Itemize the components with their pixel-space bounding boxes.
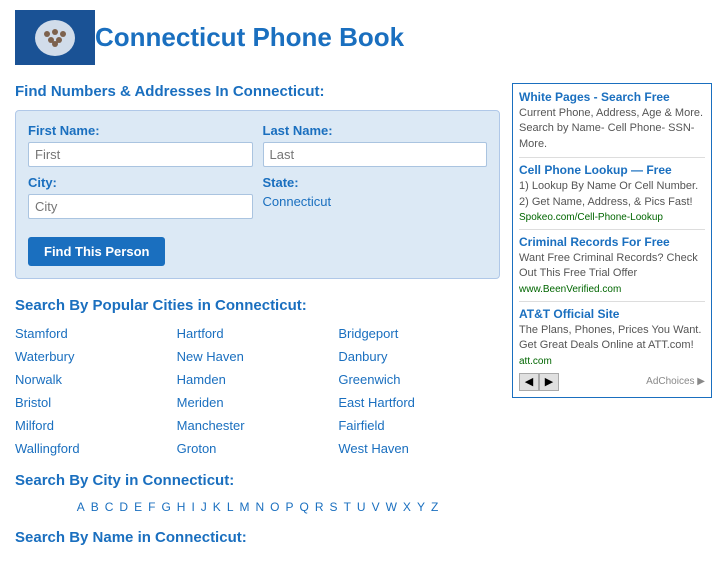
city-input[interactable] xyxy=(28,194,253,219)
city-link[interactable]: Fairfield xyxy=(338,416,500,435)
city-link[interactable]: Greenwich xyxy=(338,370,500,389)
cities-grid: StamfordHartfordBridgeport WaterburyNew H… xyxy=(15,324,500,458)
city-link[interactable]: West Haven xyxy=(338,439,500,458)
alpha-link-k[interactable]: K xyxy=(211,499,223,515)
city-link[interactable]: Milford xyxy=(15,416,177,435)
city-link[interactable]: Norwalk xyxy=(15,370,177,389)
ad-url-1: Spokeo.com/Cell-Phone-Lookup xyxy=(519,212,705,223)
city-link[interactable]: Bridgeport xyxy=(338,324,500,343)
ad-title-3[interactable]: AT&T Official Site xyxy=(519,307,705,321)
ad-panel: White Pages - Search Free Current Phone, … xyxy=(512,83,712,556)
city-link[interactable]: Stamford xyxy=(15,324,177,343)
alpha-link-w[interactable]: W xyxy=(384,499,399,515)
ad-choices-label: AdChoices ▶ xyxy=(646,376,705,387)
city-link[interactable]: New Haven xyxy=(177,347,339,366)
alpha-link-v[interactable]: V xyxy=(370,499,382,515)
alpha-link-b[interactable]: B xyxy=(89,499,101,515)
city-link[interactable]: Hamden xyxy=(177,370,339,389)
alpha-link-f[interactable]: F xyxy=(146,499,157,515)
city-alpha-section: Search By City in Connecticut: A B C D E… xyxy=(15,472,500,515)
ad-text-1: 1) Lookup By Name Or Cell Number. 2) Get… xyxy=(519,179,705,210)
page-title: Connecticut Phone Book xyxy=(95,22,404,53)
city-link[interactable]: Meriden xyxy=(177,393,339,412)
ad-prev-button[interactable]: ◀ xyxy=(519,373,539,391)
city-link[interactable]: Danbury xyxy=(338,347,500,366)
first-name-label: First Name: xyxy=(28,123,253,138)
ad-text-3: The Plans, Phones, Prices You Want. Get … xyxy=(519,323,705,354)
alpha-link-g[interactable]: G xyxy=(159,499,172,515)
alphabet-row: A B C D E F G H I J K L M N O P Q R S T … xyxy=(15,499,500,515)
ad-title-0[interactable]: White Pages - Search Free xyxy=(519,90,705,104)
ad-url-3: att.com xyxy=(519,356,705,367)
search-section-title: Find Numbers & Addresses In Connecticut: xyxy=(15,83,500,100)
alpha-link-r[interactable]: R xyxy=(313,499,326,515)
city-link[interactable]: Waterbury xyxy=(15,347,177,366)
alpha-link-o[interactable]: O xyxy=(268,499,281,515)
city-label: City: xyxy=(28,175,253,190)
alpha-link-a[interactable]: A xyxy=(75,499,87,515)
alpha-link-y[interactable]: Y xyxy=(415,499,427,515)
ad-next-button[interactable]: ▶ xyxy=(539,373,559,391)
name-search-title: Search By Name in Connecticut: xyxy=(15,529,500,546)
alpha-link-z[interactable]: Z xyxy=(429,499,440,515)
alpha-link-h[interactable]: H xyxy=(175,499,188,515)
alpha-link-j[interactable]: J xyxy=(199,499,209,515)
alpha-link-u[interactable]: U xyxy=(355,499,368,515)
alpha-link-m[interactable]: M xyxy=(238,499,252,515)
popular-cities-title: Search By Popular Cities in Connecticut: xyxy=(15,297,500,314)
ad-url-2: www.BeenVerified.com xyxy=(519,284,705,295)
state-link[interactable]: Connecticut xyxy=(263,194,332,209)
city-link[interactable]: Hartford xyxy=(177,324,339,343)
city-link[interactable]: Manchester xyxy=(177,416,339,435)
city-link[interactable]: Wallingford xyxy=(15,439,177,458)
alpha-link-l[interactable]: L xyxy=(225,499,236,515)
connecticut-flag-icon xyxy=(15,10,95,65)
alpha-link-d[interactable]: D xyxy=(117,499,130,515)
page-header: Connecticut Phone Book xyxy=(15,10,712,65)
last-name-label: Last Name: xyxy=(263,123,488,138)
alpha-link-i[interactable]: I xyxy=(189,499,196,515)
alpha-link-c[interactable]: C xyxy=(103,499,116,515)
first-name-input[interactable] xyxy=(28,142,253,167)
city-link[interactable]: Bristol xyxy=(15,393,177,412)
alpha-link-p[interactable]: P xyxy=(284,499,296,515)
state-label: State: xyxy=(263,175,488,190)
alpha-link-x[interactable]: X xyxy=(401,499,413,515)
alpha-link-t[interactable]: T xyxy=(342,499,353,515)
alpha-link-q[interactable]: Q xyxy=(298,499,311,515)
search-form-box: First Name: Last Name: City: State: xyxy=(15,110,500,279)
name-search-section: Search By Name in Connecticut: xyxy=(15,529,500,546)
ad-navigation: ◀▶ AdChoices ▶ xyxy=(519,373,705,391)
ad-title-2[interactable]: Criminal Records For Free xyxy=(519,235,705,249)
city-alpha-title: Search By City in Connecticut: xyxy=(15,472,500,489)
last-name-input[interactable] xyxy=(263,142,488,167)
alpha-link-e[interactable]: E xyxy=(132,499,144,515)
alpha-link-n[interactable]: N xyxy=(254,499,267,515)
ad-text-0: Current Phone, Address, Age & More. Sear… xyxy=(519,106,705,152)
alpha-link-s[interactable]: S xyxy=(328,499,340,515)
city-link[interactable]: East Hartford xyxy=(338,393,500,412)
city-link[interactable]: Groton xyxy=(177,439,339,458)
ad-text-2: Want Free Criminal Records? Check Out Th… xyxy=(519,251,705,282)
popular-cities-section: Search By Popular Cities in Connecticut:… xyxy=(15,297,500,458)
ad-title-1[interactable]: Cell Phone Lookup — Free xyxy=(519,163,705,177)
find-person-button[interactable]: Find This Person xyxy=(28,237,165,266)
